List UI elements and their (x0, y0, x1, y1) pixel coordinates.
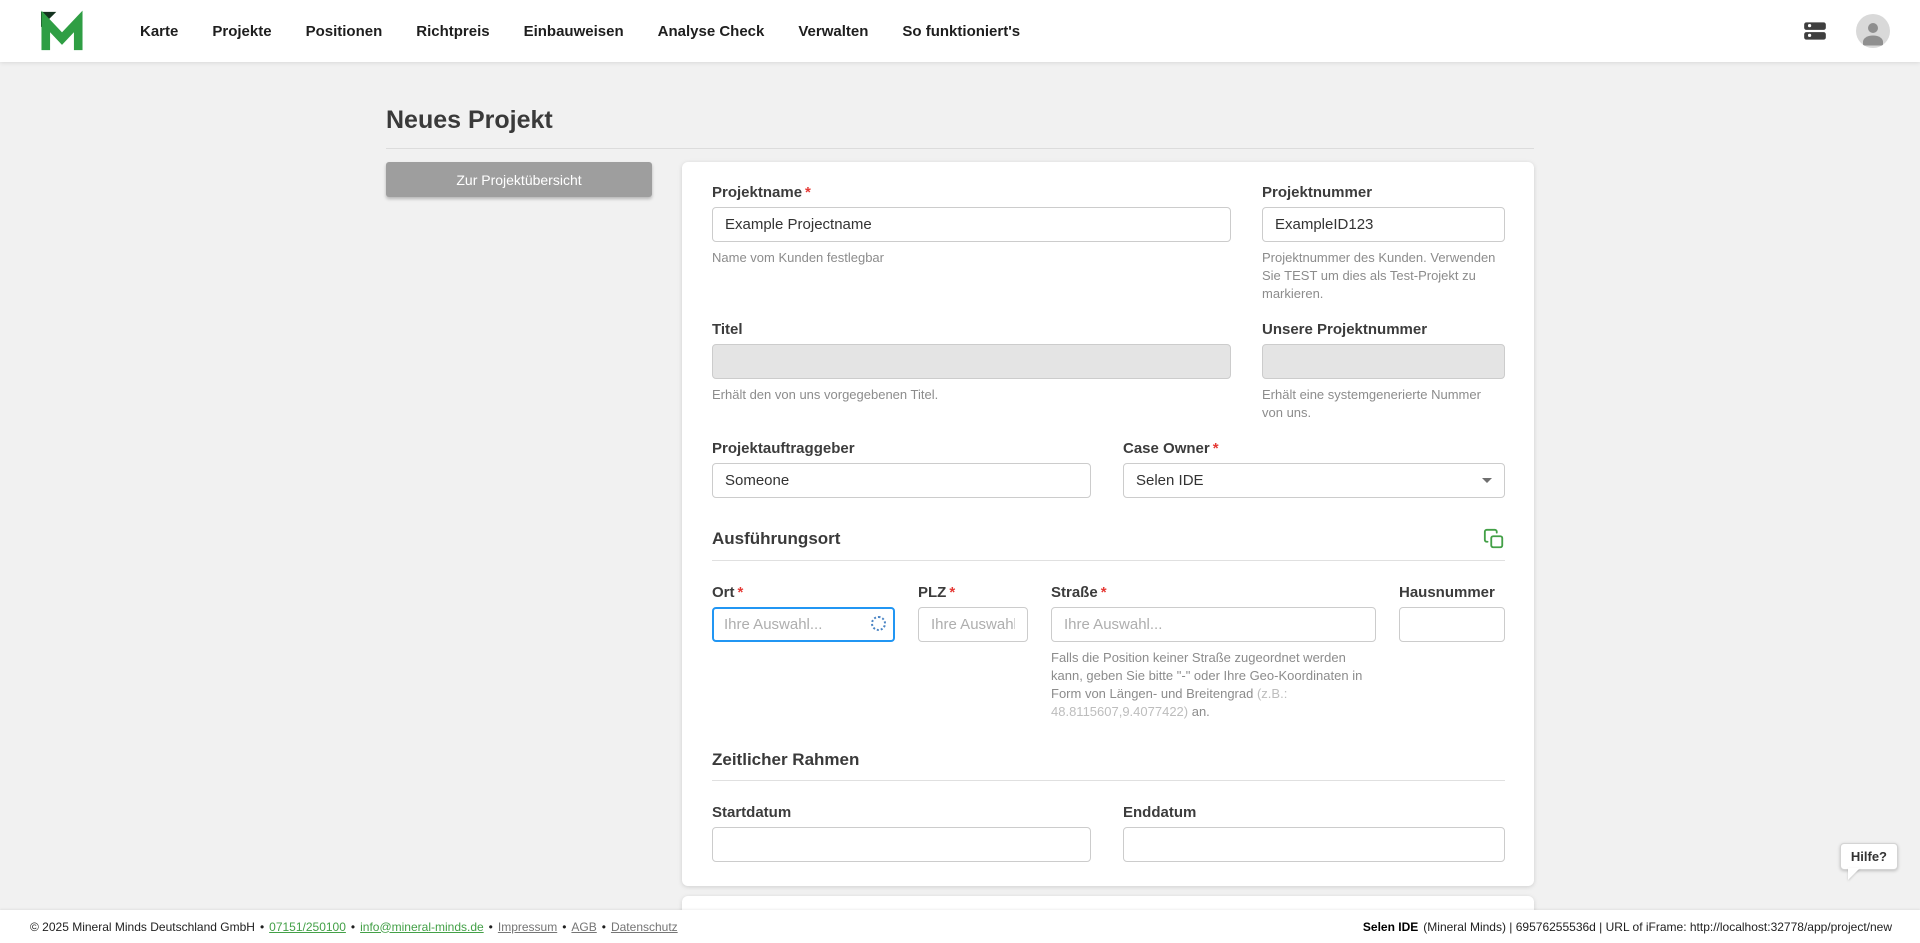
unsere-projektnummer-input (1262, 343, 1505, 379)
unsere-projektnummer-label: Unsere Projektnummer (1262, 320, 1428, 338)
impressum-link[interactable]: Impressum (498, 920, 557, 934)
page-title: Neues Projekt (386, 106, 553, 134)
strasse-hint: Falls die Position keiner Straße zugeord… (1051, 649, 1363, 719)
nav-item-karte[interactable]: Karte (140, 23, 178, 40)
required-marker: * (805, 184, 811, 201)
user-avatar-icon[interactable] (1856, 14, 1890, 48)
startdatum-label: Startdatum (712, 804, 792, 822)
nav-item-richtpreis[interactable]: Richtpreis (416, 23, 489, 40)
project-form-card: Projektname* Name vom Kunden festlegbar … (682, 162, 1534, 887)
required-marker: * (1100, 583, 1107, 601)
titel-hint: Erhält den von uns vorgegebenen Titel. (712, 386, 939, 402)
separator: • (488, 919, 493, 934)
hausnummer-input[interactable] (1399, 606, 1505, 642)
strasse-input[interactable] (1051, 606, 1376, 642)
projektnummer-label: Projektnummer (1262, 184, 1373, 201)
section-zeitlicher-rahmen-title: Zeitlicher Rahmen (712, 750, 860, 770)
plz-label: PLZ * (918, 583, 956, 601)
main-content: Neues Projekt Zur Projektübersicht Proje… (0, 62, 1920, 925)
case-owner-label: Case Owner * (1123, 439, 1219, 457)
nav-item-positionen[interactable]: Positionen (306, 23, 383, 40)
ort-input[interactable] (712, 606, 895, 642)
nav-item-einbauweisen[interactable]: Einbauweisen (524, 23, 624, 40)
projektauftraggeber-input[interactable] (712, 462, 1091, 498)
copyright-text: © 2025 Mineral Minds Deutschland GmbH (30, 919, 255, 934)
startdatum-input[interactable] (712, 827, 1091, 863)
enddatum-input[interactable] (1123, 827, 1505, 863)
projektname-input[interactable] (712, 207, 1231, 242)
help-button[interactable]: Hilfe? (1839, 843, 1898, 870)
agb-link[interactable]: AGB (571, 920, 596, 934)
back-to-projects-button[interactable]: Zur Projektübersicht (386, 162, 652, 197)
separator: • (259, 919, 265, 934)
section-divider (712, 780, 1505, 782)
server-icon[interactable] (1800, 18, 1830, 44)
nav-item-projekte[interactable]: Projekte (212, 23, 271, 40)
separator: • (562, 919, 567, 934)
section-ausfuehrungsort-title: Ausführungsort (712, 528, 841, 548)
projektnummer-input[interactable] (1262, 207, 1505, 242)
title-divider (386, 148, 1534, 149)
copy-icon[interactable] (1483, 528, 1505, 550)
chevron-down-icon (1482, 477, 1492, 483)
separator: • (350, 919, 356, 934)
plz-input[interactable] (918, 606, 1028, 642)
phone-link[interactable]: 07151/250100 (269, 920, 346, 934)
titel-input (712, 343, 1231, 379)
footer-session-detail: (Mineral Minds) | 69576255536d | URL of … (1423, 919, 1892, 934)
nav-item-analyse-check[interactable]: Analyse Check (658, 23, 765, 40)
projektauftraggeber-label: Projektauftraggeber (712, 439, 855, 457)
required-marker: * (949, 583, 956, 601)
projektnummer-hint: Projektnummer des Kunden. Verwenden Sie … (1262, 250, 1496, 301)
footer-session-info: Selen IDE (Mineral Minds) | 69576255536d… (1363, 920, 1892, 934)
datenschutz-link[interactable]: Datenschutz (611, 920, 678, 934)
strasse-label: Straße * (1051, 583, 1107, 601)
nav-item-so-funktionierts[interactable]: So funktioniert's (902, 23, 1020, 40)
unsere-projektnummer-hint: Erhält eine systemgenerierte Nummer von … (1262, 386, 1481, 420)
section-divider (712, 559, 1505, 561)
case-owner-value: Selen IDE (1136, 471, 1204, 489)
titel-label: Titel (712, 320, 743, 338)
top-navbar: Karte Projekte Positionen Richtpreis Ein… (0, 0, 1920, 62)
ort-label: Ort * (712, 583, 744, 601)
required-marker: * (737, 583, 744, 601)
hausnummer-label: Hausnummer (1399, 583, 1495, 601)
main-nav: Karte Projekte Positionen Richtpreis Ein… (140, 23, 1020, 40)
nav-item-verwalten[interactable]: Verwalten (798, 23, 868, 40)
required-marker: * (1212, 439, 1219, 457)
separator: • (601, 919, 606, 934)
footer-user: Selen IDE (1362, 919, 1419, 934)
mineral-minds-logo-icon[interactable] (38, 9, 88, 53)
footer: © 2025 Mineral Minds Deutschland GmbH • … (0, 910, 1920, 943)
email-link[interactable]: info@mineral-minds.de (360, 920, 484, 934)
projektname-label: Projektname * (712, 184, 811, 201)
case-owner-select[interactable]: Selen IDE (1123, 462, 1505, 498)
enddatum-label: Enddatum (1123, 804, 1197, 822)
projektname-hint: Name vom Kunden festlegbar (712, 250, 884, 265)
